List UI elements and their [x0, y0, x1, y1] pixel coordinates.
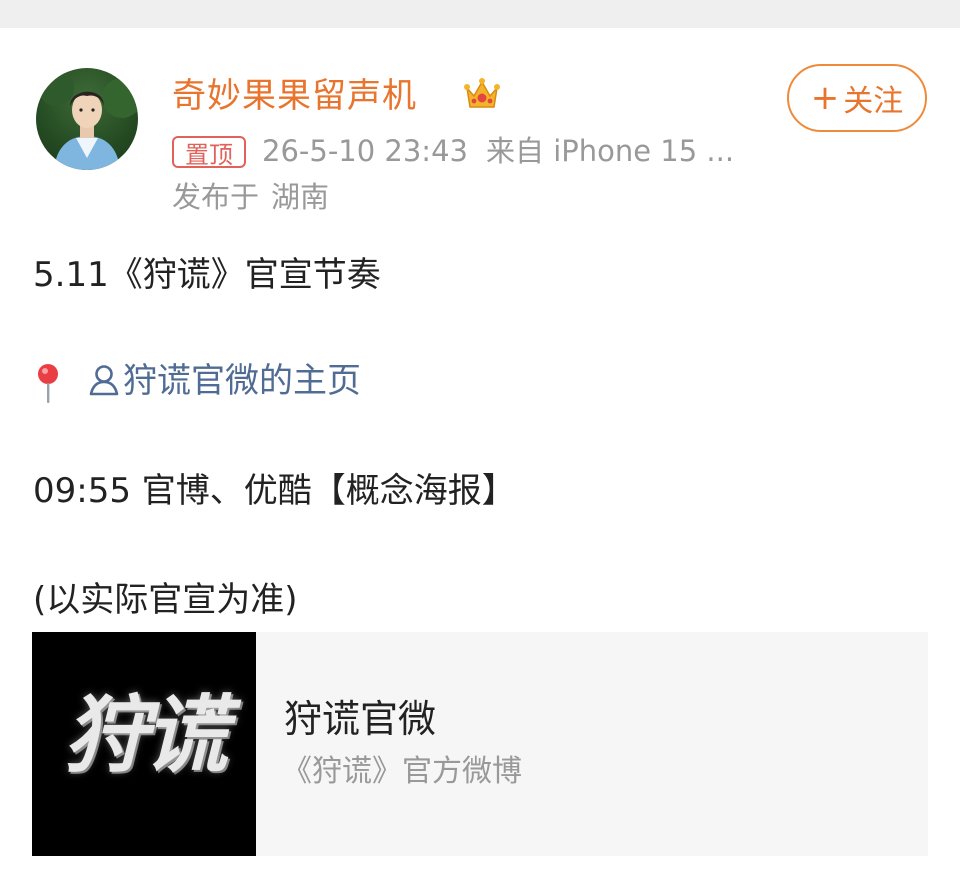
location-name: 湖南 [271, 180, 330, 214]
follow-button[interactable]: + 关注 [787, 64, 927, 132]
plus-icon: + [810, 78, 840, 118]
location-pin-icon [38, 363, 58, 403]
card-title: 狩谎官微 [284, 697, 437, 741]
top-divider-bar [0, 0, 960, 28]
timestamp: 26-5-10 23:43 [262, 134, 468, 168]
card-thumbnail-logo: 狩谎 [63, 685, 228, 784]
card-thumbnail: 狩谎 [32, 632, 256, 856]
person-icon [89, 364, 119, 395]
crown-icon [464, 78, 500, 108]
avatar-image [38, 70, 138, 170]
location-prefix: 发布于 [172, 180, 260, 214]
card-subtitle: 《狩谎》官方微博 [282, 754, 522, 789]
post-location: 发布于 湖南 [172, 176, 329, 218]
post-text-line: (以实际官宣为准) [33, 580, 298, 620]
post-meta: 26-5-10 23:43 来自 iPhone 15 ... [262, 130, 734, 172]
post-text-line: 5.11《狩谎》官宣节奏 [33, 255, 381, 295]
post-link-line: 狩谎官微的主页 [33, 357, 361, 405]
profile-card[interactable]: 狩谎 狩谎官微 《狩谎》官方微博 [32, 632, 928, 856]
username[interactable]: 奇妙果果留声机 [172, 72, 417, 120]
avatar[interactable] [36, 68, 138, 170]
follow-label: 关注 [843, 84, 904, 119]
pinned-badge: 置顶 [172, 136, 246, 169]
post-text-line: 09:55 官博、优酷【概念海报】 [33, 471, 516, 511]
profile-link-label: 狩谎官微的主页 [123, 361, 361, 401]
post-source: 来自 iPhone 15 ... [485, 134, 735, 168]
profile-link[interactable]: 狩谎官微的主页 [87, 361, 361, 401]
